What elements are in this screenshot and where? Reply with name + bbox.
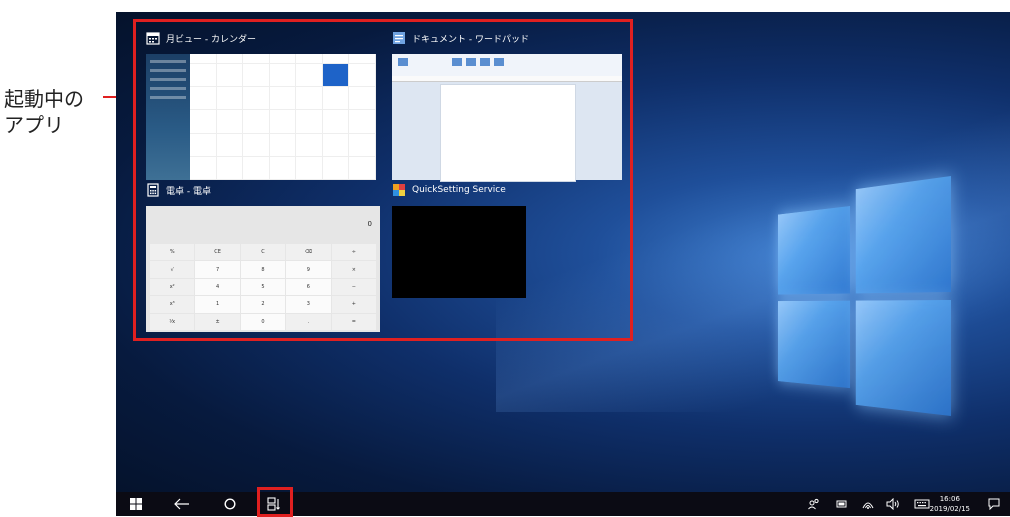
app-tile-header: QuickSetting Service	[392, 180, 506, 200]
app-tile-title: QuickSetting Service	[412, 185, 506, 195]
app-tile-title: 月ビュー - カレンダー	[166, 34, 256, 45]
quicksetting-preview	[392, 206, 526, 298]
wordpad-preview	[392, 54, 622, 182]
clock-time: 16:06	[939, 495, 960, 503]
people-icon[interactable]	[808, 492, 820, 516]
wifi-icon[interactable]	[862, 492, 874, 516]
task-view-highlight	[257, 487, 293, 517]
action-center-icon[interactable]	[988, 492, 1000, 516]
back-arrow-icon[interactable]	[168, 492, 196, 516]
callout-line2: アプリ	[4, 113, 64, 137]
keyboard-icon[interactable]	[914, 492, 930, 516]
running-apps-callout: 起動中の アプリ	[4, 86, 84, 138]
volume-icon[interactable]	[886, 492, 900, 516]
battery-icon[interactable]	[836, 492, 848, 516]
app-tile-title: ドキュメント - ワードパッド	[412, 34, 529, 45]
calculator-display: 0	[367, 220, 372, 228]
calendar-icon	[146, 31, 160, 45]
calendar-preview	[146, 54, 376, 180]
quicksetting-icon	[392, 183, 406, 197]
taskbar: 16:06 2019/02/15	[116, 492, 1010, 516]
callout-line1: 起動中の	[4, 87, 84, 111]
home-circle-icon[interactable]	[216, 492, 244, 516]
task-view-switcher: 月ビュー - カレンダー ドキュメント - ワードパッド 電卓 - 電卓 0 %…	[133, 19, 633, 341]
app-tile-title: 電卓 - 電卓	[166, 186, 211, 197]
wordpad-icon	[392, 31, 406, 45]
clock-date: 2019/02/15	[929, 505, 970, 513]
app-tile-header: ドキュメント - ワードパッド	[392, 28, 529, 48]
windows-logo-wallpaper	[778, 176, 951, 436]
calculator-icon	[146, 183, 160, 197]
windows-start-icon[interactable]	[124, 492, 148, 516]
app-tile-header: 電卓 - 電卓	[146, 180, 211, 200]
system-clock[interactable]: 16:06 2019/02/15	[930, 494, 970, 514]
calculator-preview: 0 % CE C ⌫ ÷ √ 7 8 9 × x² 4 5 6− x³ 1 2 3 + ⅟x ±0. =	[146, 206, 380, 332]
app-tile-header: 月ビュー - カレンダー	[146, 28, 256, 48]
